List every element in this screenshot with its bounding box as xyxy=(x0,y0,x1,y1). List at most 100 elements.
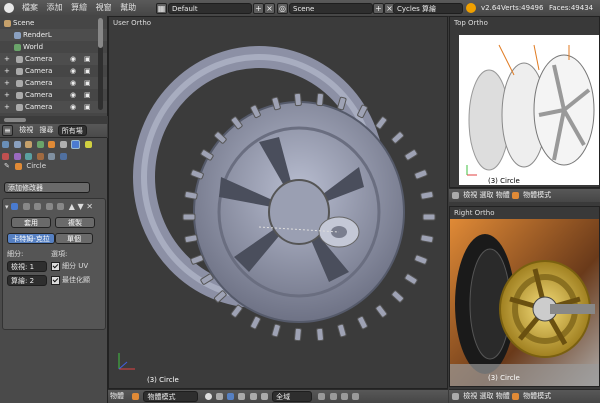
add-layout-icon[interactable]: + xyxy=(253,3,264,14)
render-toggle-icon[interactable]: ▣ xyxy=(84,77,91,89)
data-tab-icon[interactable] xyxy=(84,141,92,148)
right-ortho-viewport[interactable]: Right Ortho (3) Circle xyxy=(449,206,600,387)
pivot-icon[interactable] xyxy=(215,392,223,400)
add-scene-icon[interactable]: + xyxy=(373,3,384,14)
misc-tab-icon[interactable] xyxy=(48,153,56,160)
outliner-display-select[interactable]: 所有場 xyxy=(57,124,87,136)
copy-button[interactable]: 複製 xyxy=(55,217,95,228)
physics-tab-icon[interactable] xyxy=(36,153,44,160)
manipulator-icon[interactable] xyxy=(227,392,235,400)
outliner-item[interactable]: + Camera ◉ ▣ xyxy=(0,53,107,65)
visibility-icon[interactable]: ◉ xyxy=(70,101,76,113)
orientation-select[interactable]: 全域 xyxy=(272,390,313,402)
screen-layout-field[interactable]: Default xyxy=(168,3,252,14)
top-view-menu[interactable]: 檢視 xyxy=(463,191,477,199)
right-mode-select[interactable]: 物體模式 xyxy=(523,392,551,400)
extra-tab-icon[interactable] xyxy=(59,153,67,160)
remove-modifier-icon[interactable]: ✕ xyxy=(86,202,93,211)
world-tab-icon[interactable] xyxy=(36,141,44,148)
outliner-item[interactable]: + Camera ◉ ▣ xyxy=(0,89,107,101)
material-tab-icon[interactable] xyxy=(2,153,9,160)
outliner-item[interactable]: + Camera ◉ ▣ xyxy=(0,65,107,77)
outliner-item[interactable]: Scene xyxy=(0,17,107,29)
expand-icon[interactable]: + xyxy=(4,53,10,65)
outliner-item[interactable]: RenderL xyxy=(0,29,107,41)
outliner-item[interactable]: + Camera ◉ ▣ xyxy=(0,101,107,113)
right-view-menu[interactable]: 檢視 xyxy=(463,392,477,400)
menu-help[interactable]: 幫助 xyxy=(120,0,136,16)
modifiers-tab-icon[interactable] xyxy=(71,140,81,149)
outliner-scrollbar[interactable] xyxy=(98,18,103,110)
catmull-clark-button[interactable]: 卡特姆-克拉 xyxy=(7,233,55,244)
top-editor-icon[interactable] xyxy=(452,191,459,199)
lock-icon[interactable] xyxy=(329,392,337,400)
expand-icon[interactable]: + xyxy=(4,77,10,89)
translate-icon[interactable] xyxy=(238,392,246,400)
outliner-hscroll-thumb[interactable] xyxy=(4,118,26,122)
visibility-icon[interactable]: ◉ xyxy=(70,77,76,89)
screen-layout-icon[interactable]: ▦ xyxy=(156,3,167,14)
move-down-icon[interactable]: ▼ xyxy=(78,202,84,211)
constraints-tab-icon[interactable] xyxy=(59,141,67,148)
editmode-toggle-icon[interactable] xyxy=(45,203,53,210)
move-up-icon[interactable]: ▲ xyxy=(69,202,75,211)
render-toggle-icon[interactable]: ▣ xyxy=(84,53,91,65)
outliner-view-menu[interactable]: 檢視 xyxy=(17,124,35,137)
layer-grid-icon[interactable] xyxy=(318,392,326,400)
render-toggle-icon[interactable]: ▣ xyxy=(84,65,91,77)
texture-tab-icon[interactable] xyxy=(13,153,21,160)
outliner-search-menu[interactable]: 搜尋 xyxy=(37,124,55,137)
top-select-menu[interactable]: 選取 xyxy=(479,191,493,199)
particles-tab-icon[interactable] xyxy=(25,153,33,160)
main-mode-select[interactable]: 物體模式 xyxy=(143,390,199,402)
expand-icon[interactable]: + xyxy=(4,89,10,101)
apply-button[interactable]: 套用 xyxy=(11,217,51,228)
visibility-icon[interactable]: ◉ xyxy=(70,53,76,65)
remove-layout-icon[interactable]: × xyxy=(264,3,275,14)
menu-render[interactable]: 算繪 xyxy=(71,0,87,16)
main-view-menu[interactable]: 物體 xyxy=(110,392,124,400)
right-select-menu[interactable]: 選取 xyxy=(479,392,493,400)
visibility-icon[interactable]: ◉ xyxy=(70,89,76,101)
view-levels-field[interactable]: 檢視: 1 xyxy=(7,261,47,272)
menu-add[interactable]: 添加 xyxy=(47,0,63,16)
menu-file[interactable]: 檔案 xyxy=(22,0,38,16)
expand-icon[interactable]: + xyxy=(4,65,10,77)
realtime-toggle-icon[interactable] xyxy=(22,203,30,210)
info-editor-icon[interactable] xyxy=(4,3,14,13)
main-3d-viewport[interactable]: User Ortho (3) Circle xyxy=(108,16,448,389)
render-preview-icon[interactable] xyxy=(352,392,360,400)
top-object-menu[interactable]: 物體 xyxy=(496,191,510,199)
scene-tab-icon[interactable] xyxy=(25,141,33,148)
collapse-arrow-icon[interactable]: ▾ xyxy=(5,203,9,211)
scene-icon[interactable]: ◎ xyxy=(277,3,288,14)
add-modifier-button[interactable]: 添加修改器 xyxy=(4,182,90,193)
expand-icon[interactable]: + xyxy=(4,101,10,113)
top-mode-select[interactable]: 物體模式 xyxy=(523,191,551,199)
visibility-icon[interactable]: ◉ xyxy=(70,65,76,77)
scale-icon[interactable] xyxy=(260,392,268,400)
optimal-display-checkbox[interactable]: 最佳化顯 xyxy=(51,275,90,285)
simple-button[interactable]: 單個 xyxy=(55,233,93,244)
render-toggle-icon[interactable]: ▣ xyxy=(84,101,91,113)
pin-icon[interactable]: ✎ xyxy=(4,162,10,170)
rotate-icon[interactable] xyxy=(249,392,257,400)
subdivide-uv-checkbox[interactable]: 細分 UV xyxy=(51,261,88,271)
scene-field[interactable]: Scene xyxy=(289,3,373,14)
render-engine-select[interactable]: Cycles 算繪 xyxy=(393,3,463,14)
cage-toggle-icon[interactable] xyxy=(57,203,65,210)
render-tab-icon[interactable] xyxy=(2,141,9,148)
menu-window[interactable]: 視窗 xyxy=(96,0,112,16)
outliner-item[interactable]: World xyxy=(0,41,107,53)
top-ortho-viewport[interactable]: Top Ortho (3) Circle xyxy=(449,16,600,188)
outliner-scroll-thumb[interactable] xyxy=(98,18,103,48)
outliner-editor-icon[interactable]: ≡ xyxy=(2,124,13,136)
object-tab-icon[interactable] xyxy=(48,141,56,148)
outliner-item[interactable]: + Camera ◉ ▣ xyxy=(0,77,107,89)
render-toggle-icon[interactable] xyxy=(34,203,42,210)
viewport-shading-icon[interactable] xyxy=(204,392,212,400)
render-toggle-icon[interactable]: ▣ xyxy=(84,89,91,101)
snap-icon[interactable] xyxy=(340,392,348,400)
render-levels-field[interactable]: 算繪: 2 xyxy=(7,275,47,286)
layers-tab-icon[interactable] xyxy=(13,141,21,148)
